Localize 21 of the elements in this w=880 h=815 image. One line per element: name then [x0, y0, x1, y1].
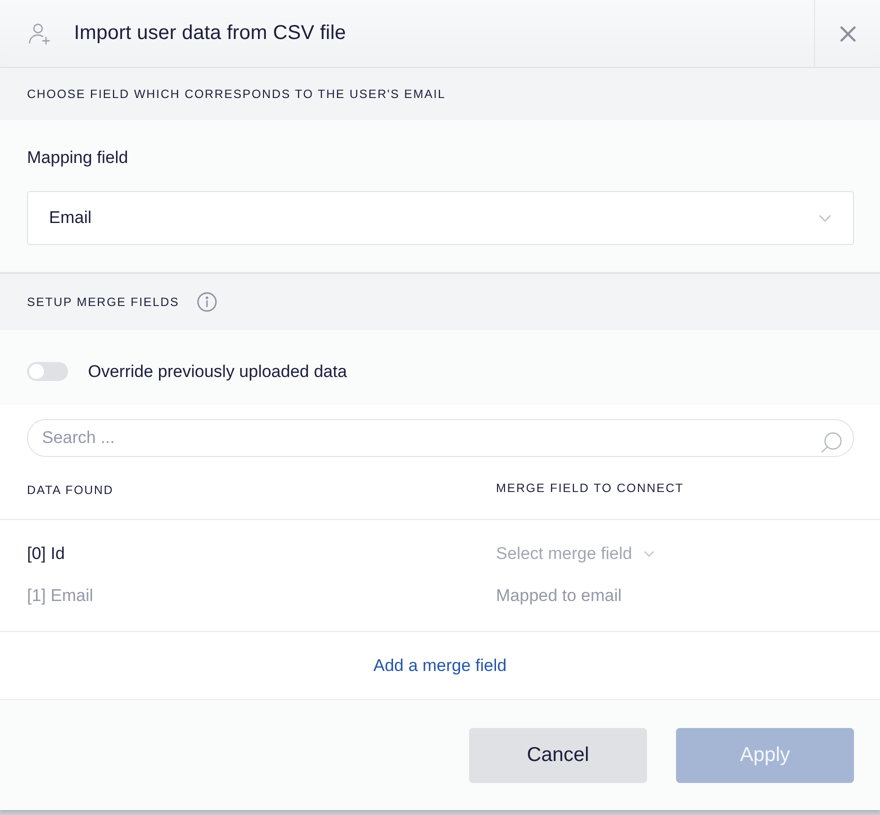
toggle-label: Override previously uploaded data — [88, 362, 347, 382]
user-plus-icon — [28, 22, 51, 44]
chevron-down-icon — [644, 551, 654, 557]
dialog-title: Import user data from CSV file — [74, 22, 346, 45]
chevron-down-icon — [819, 214, 831, 222]
add-merge-field-link[interactable]: Add a merge field — [373, 656, 507, 676]
toggle-switch[interactable] — [27, 362, 68, 381]
mapping-select[interactable]: Email — [27, 191, 854, 245]
field-label: Mapping field — [27, 147, 128, 169]
data-cell: [1] Email — [27, 586, 94, 606]
info-icon[interactable] — [197, 292, 218, 312]
section-heading: CHOOSE FIELD WHICH CORRESPONDS TO THE USER'S EMAIL — [27, 87, 446, 101]
search-field[interactable]: Search ... — [27, 419, 854, 457]
mapping-status: Mapped to email — [496, 586, 622, 606]
search-icon — [821, 432, 842, 453]
data-cell: [0] Id — [27, 544, 65, 564]
close-icon — [840, 26, 856, 42]
cancel-button[interactable]: Cancel — [469, 728, 647, 783]
column-header: MERGE FIELD TO CONNECT — [496, 481, 684, 495]
section-heading: SETUP MERGE FIELDS — [27, 295, 180, 309]
column-header: DATA FOUND — [27, 482, 114, 496]
